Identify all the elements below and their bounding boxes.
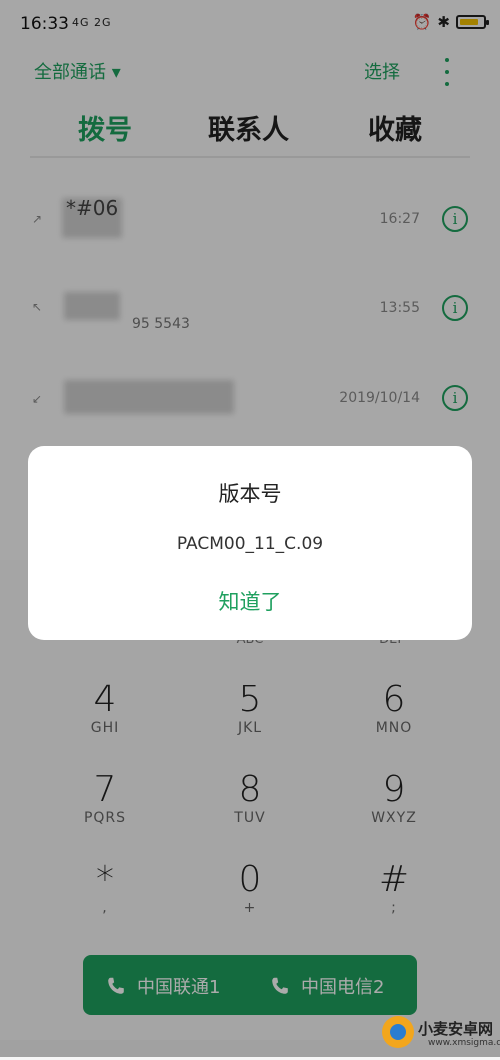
dialog-message: PACM00_11_C.09 — [176, 534, 324, 554]
watermark-name: 小麦安卓网 — [418, 1020, 494, 1038]
dialog-title: 版本号 — [218, 482, 282, 506]
watermark-logo-icon — [382, 1016, 414, 1048]
watermark-url: www.xmsigma.com — [428, 1038, 500, 1048]
dialog-ok-button[interactable]: 知道了 — [28, 586, 472, 616]
version-dialog: 版本号 PACM00_11_C.09 知道了 — [28, 446, 472, 640]
